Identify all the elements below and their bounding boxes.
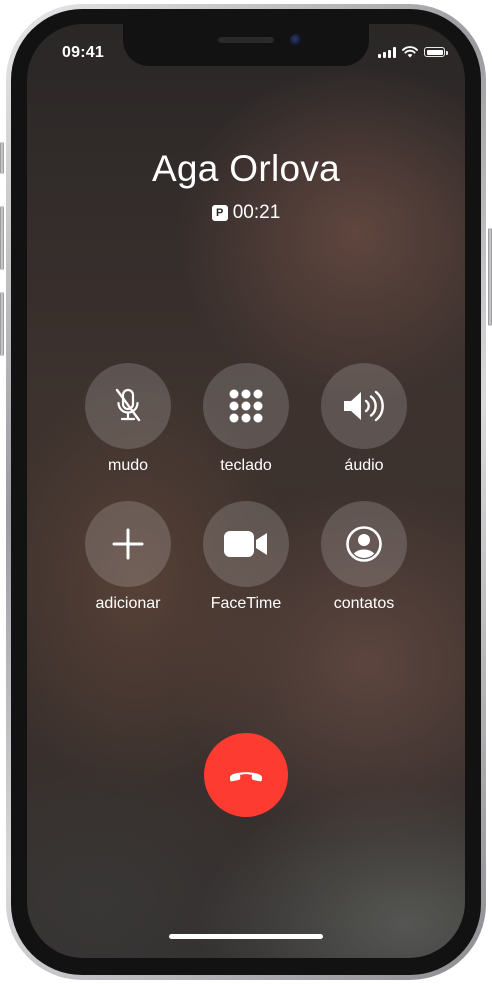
mute-label: mudo [107,457,149,474]
end-call-button[interactable] [204,733,288,817]
battery-full-icon [424,47,448,57]
mute-switch [0,142,4,174]
volume-up-button [0,206,4,270]
contact-icon [346,526,382,562]
keypad-icon [229,389,263,423]
facetime-label: FaceTime [210,595,282,612]
home-indicator[interactable] [169,934,323,939]
phone-hang-up-icon [230,772,262,782]
speaker-icon [344,390,384,422]
microphone-slash-icon [115,388,141,422]
contacts-button[interactable] [321,501,407,587]
caller-name: Aga Orlova [151,148,341,189]
contacts-label: contatos [333,595,395,612]
front-camera [290,34,302,46]
wifi-icon [402,46,418,58]
signal-bars-icon [378,46,396,58]
call-screen: 09:41 Aga Orlova P 00:21 mudo teclado áu… [27,24,465,958]
call-badge: P [211,205,228,221]
audio-label: áudio [344,457,384,474]
add-call-label: adicionar [95,595,161,612]
facetime-button[interactable] [203,501,289,587]
status-time: 09:41 [62,44,104,61]
mute-button[interactable] [85,363,171,449]
keypad-button[interactable] [203,363,289,449]
call-duration: 00:21 [232,202,281,223]
plus-icon [112,528,144,560]
volume-down-button [0,292,4,356]
earpiece-speaker [218,37,274,43]
audio-button[interactable] [321,363,407,449]
status-icons [378,46,448,58]
call-info: P 00:21 [27,202,465,224]
video-camera-icon [224,531,267,557]
keypad-label: teclado [220,457,272,474]
add-call-button[interactable] [85,501,171,587]
notch [123,24,369,66]
side-power-button [488,228,492,326]
